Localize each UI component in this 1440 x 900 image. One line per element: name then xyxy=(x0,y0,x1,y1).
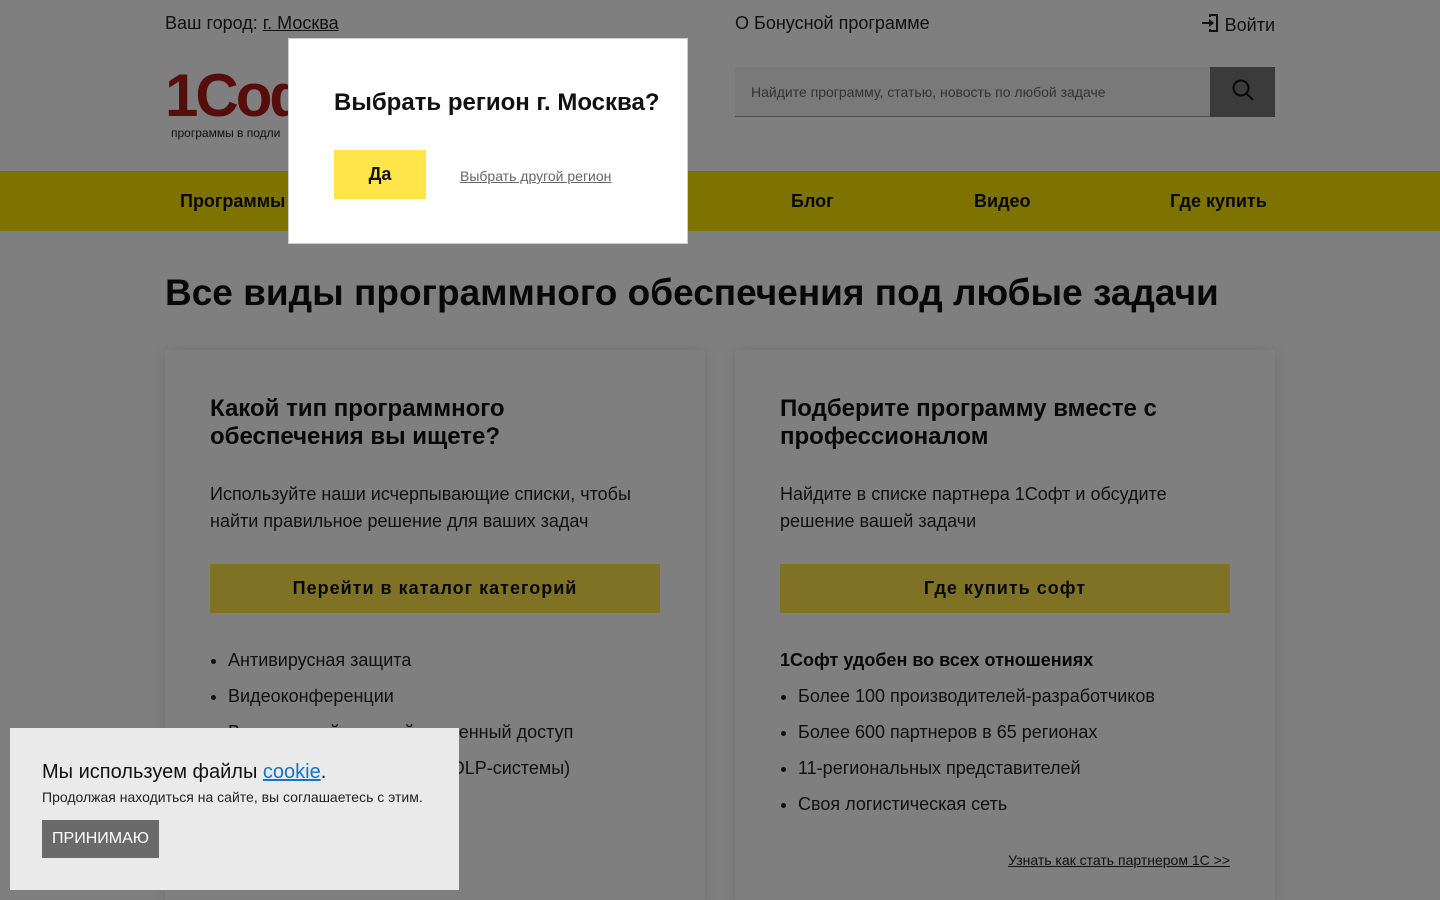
region-question: Выбрать регион г. Москва? xyxy=(334,89,660,116)
cookie-note: Продолжая находиться на сайте, вы соглаш… xyxy=(42,789,423,805)
cookie-title: Мы используем файлы cookie. xyxy=(42,761,326,784)
confirm-region-button[interactable]: Да xyxy=(334,150,426,199)
choose-other-region-link[interactable]: Выбрать другой регион xyxy=(460,168,611,184)
cookie-banner: Мы используем файлы cookie. Продолжая на… xyxy=(10,728,459,890)
cookie-text-prefix: Мы используем файлы xyxy=(42,761,258,783)
cookie-text-suffix: . xyxy=(320,761,327,783)
accept-cookies-button[interactable]: ПРИНИМАЮ xyxy=(42,820,159,858)
cookie-policy-link[interactable]: cookie xyxy=(263,761,321,783)
region-modal: Выбрать регион г. Москва? Да Выбрать дру… xyxy=(288,38,688,244)
